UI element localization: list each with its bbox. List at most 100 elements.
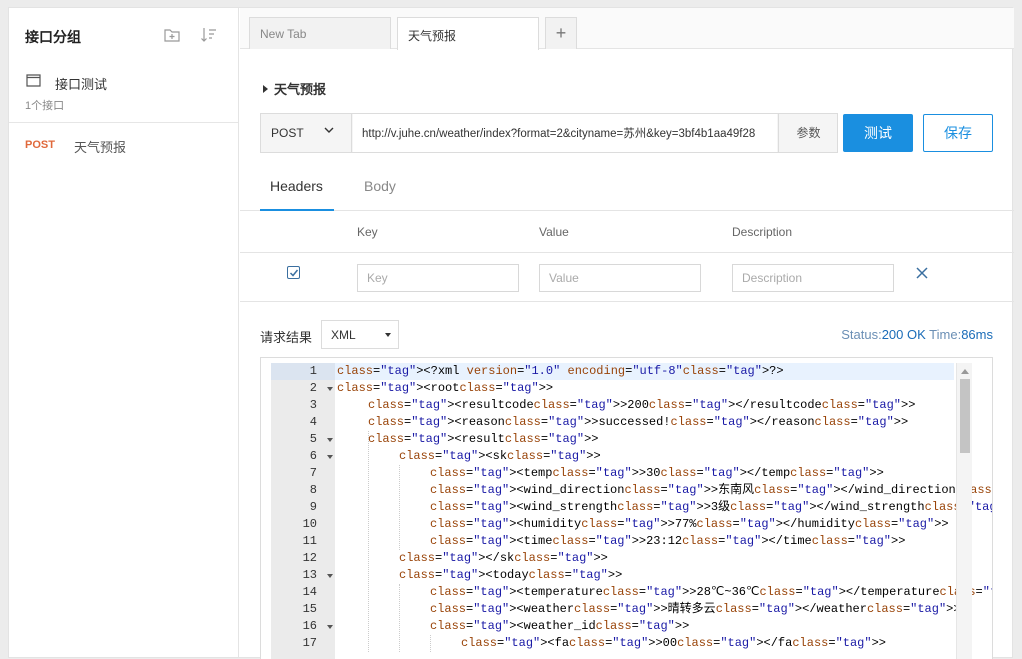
line-number: 1 <box>271 363 335 380</box>
tab-new[interactable]: New Tab <box>249 17 391 49</box>
line-number: 15 <box>302 602 317 616</box>
time-value: 86ms <box>961 327 993 342</box>
format-value: XML <box>331 328 356 342</box>
code-line: class="tag"><weather_idclass="tag">> <box>430 619 690 633</box>
response-status: Status:200 OK Time:86ms <box>841 327 993 342</box>
url-input[interactable] <box>353 114 777 152</box>
sidebar: 接口分组 接口测试 1个接口 POST 天气预报 <box>9 8 239 657</box>
line-number: 13 <box>271 567 335 584</box>
code-line: class="tag"><rootclass="tag">> <box>337 381 554 395</box>
status-value: 200 OK <box>881 327 926 342</box>
tab-bar: New Tab 天气预报 + <box>240 8 1014 50</box>
line-number: 9 <box>309 500 317 514</box>
sidebar-item-label: 天气预报 <box>74 140 127 155</box>
column-description: Description <box>732 225 793 239</box>
code-line: class="tag"><?xml version="1.0" encoding… <box>335 363 954 380</box>
url-bar: POST 参数 <box>260 113 838 153</box>
column-key: Key <box>357 225 378 239</box>
code-line: class="tag"><weatherclass="tag">>晴转多云cla… <box>430 602 961 616</box>
code-line: class="tag"><faclass="tag">>00class="tag… <box>461 636 886 650</box>
code-line: class="tag"><tempclass="tag">>30class="t… <box>430 466 884 480</box>
code-line: class="tag"><resultcodeclass="tag">>200c… <box>368 398 916 412</box>
caret-down-icon <box>385 333 391 337</box>
tab-label: 天气预报 <box>408 29 457 43</box>
tab-body[interactable]: Body <box>364 178 396 211</box>
group-count: 1个接口 <box>25 100 65 112</box>
fold-toggle-icon[interactable] <box>327 438 333 442</box>
fold-toggle-icon[interactable] <box>327 387 333 391</box>
sidebar-item-weather[interactable]: POST 天气预报 <box>9 133 238 159</box>
fold-toggle-icon[interactable] <box>327 574 333 578</box>
response-label: 请求结果 <box>260 330 313 345</box>
tab-headers[interactable]: Headers <box>260 178 334 211</box>
fold-toggle-icon[interactable] <box>327 625 333 629</box>
folder-icon <box>26 74 41 87</box>
vertical-scrollbar[interactable] <box>956 363 972 659</box>
status-label: Status: <box>841 327 882 342</box>
main-panel: New Tab 天气预报 + 天气预报 POST 参数 测试 保存 Header… <box>240 8 1014 659</box>
line-gutter: 1 2 3 4 5 6 7 8 9 10 11 12 13 14 15 16 17 <box>271 363 335 659</box>
line-number: 6 <box>271 448 335 465</box>
method-select[interactable]: POST <box>261 114 352 152</box>
add-folder-icon[interactable] <box>163 26 181 44</box>
header-value-input[interactable] <box>539 264 701 292</box>
request-title-text: 天气预报 <box>274 82 327 97</box>
params-button[interactable]: 参数 <box>778 114 838 152</box>
indent-guide <box>430 635 431 652</box>
header-key-input[interactable] <box>357 264 519 292</box>
code-line: class="tag"><humidityclass="tag">>77%cla… <box>430 517 949 531</box>
code-line: class="tag"><wind_directionclass="tag">>… <box>430 483 992 497</box>
sidebar-title: 接口分组 <box>25 29 81 45</box>
line-number: 10 <box>302 517 317 531</box>
line-number: 14 <box>302 585 317 599</box>
header-description-input[interactable] <box>732 264 894 292</box>
code-line: class="tag"><todayclass="tag">> <box>399 568 623 582</box>
save-button[interactable]: 保存 <box>923 114 993 152</box>
code-line: class="tag"></skclass="tag">> <box>399 551 608 565</box>
caret-right-icon <box>263 85 268 93</box>
line-number: 4 <box>309 415 317 429</box>
code-line: class="tag"><skclass="tag">> <box>399 449 601 463</box>
code-area[interactable]: class="tag"><?xml version="1.0" encoding… <box>335 363 992 659</box>
sort-icon[interactable] <box>200 26 218 44</box>
response-editor[interactable]: 1 2 3 4 5 6 7 8 9 10 11 12 13 14 15 16 17 class="tag"><?… <box>260 357 993 659</box>
indent-guide <box>399 465 400 550</box>
line-number: 17 <box>302 636 317 650</box>
line-number: 16 <box>271 618 335 635</box>
line-number: 11 <box>302 534 317 548</box>
sidebar-header: 接口分组 <box>9 8 238 60</box>
group-name: 接口测试 <box>55 77 108 92</box>
header-enabled-checkbox[interactable] <box>287 266 300 279</box>
fold-toggle-icon[interactable] <box>327 455 333 459</box>
request-subtabs: Headers Body <box>240 171 1014 211</box>
chevron-down-icon <box>324 127 334 133</box>
tab-weather[interactable]: 天气预报 <box>397 17 539 50</box>
code-line: class="tag"><reasonclass="tag">>successe… <box>368 415 909 429</box>
group-item[interactable]: 接口测试 1个接口 <box>9 60 238 123</box>
close-icon[interactable] <box>915 266 929 280</box>
code-line: class="tag"><temperatureclass="tag">>28℃… <box>430 585 992 599</box>
scrollbar-thumb[interactable] <box>960 379 970 453</box>
line-number: 8 <box>309 483 317 497</box>
line-number: 5 <box>271 431 335 448</box>
headers-table-header: Key Value Description <box>240 211 1014 253</box>
line-number: 3 <box>309 398 317 412</box>
method-value: POST <box>271 126 304 140</box>
time-label: Time: <box>929 327 962 342</box>
test-button[interactable]: 测试 <box>843 114 913 152</box>
column-value: Value <box>539 225 569 239</box>
code-line: class="tag"><wind_strengthclass="tag">>3… <box>430 500 992 514</box>
indent-guide <box>399 584 400 652</box>
code-line: class="tag"><timeclass="tag">>23:12class… <box>430 534 906 548</box>
code-line: class="tag"><resultclass="tag">> <box>368 432 599 446</box>
line-number: 12 <box>302 551 317 565</box>
format-select[interactable]: XML <box>321 320 399 349</box>
scroll-up-icon[interactable] <box>961 369 969 374</box>
line-number: 7 <box>309 466 317 480</box>
app-window: 接口分组 接口测试 1个接口 POST 天气预报 New Tab 天气预报 + … <box>8 7 1014 659</box>
request-title[interactable]: 天气预报 <box>263 79 326 98</box>
method-badge: POST <box>25 139 55 151</box>
add-tab-button[interactable]: + <box>545 17 577 49</box>
indent-guide <box>368 431 369 652</box>
line-number: 2 <box>271 380 335 397</box>
